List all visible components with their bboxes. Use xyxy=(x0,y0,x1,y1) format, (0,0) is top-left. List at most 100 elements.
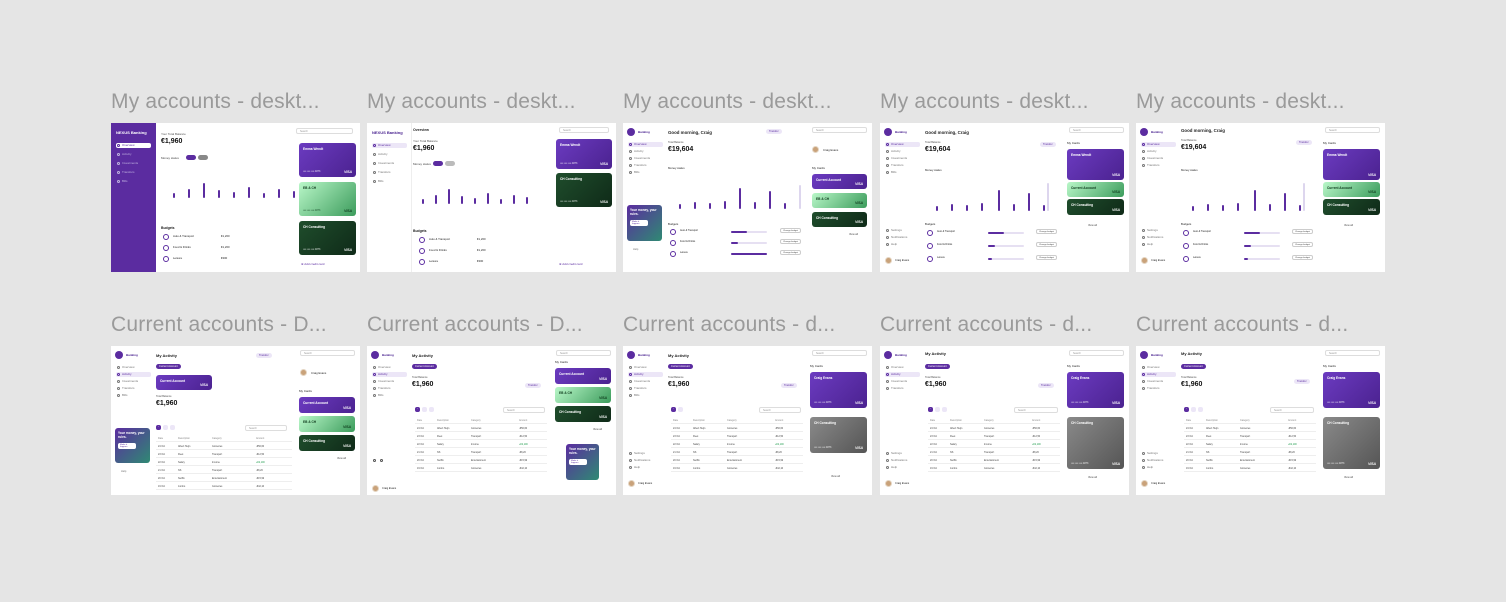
bank-card[interactable]: Current Account VISA xyxy=(1067,182,1124,197)
avatar[interactable] xyxy=(372,485,379,492)
sidebar-item-transfers[interactable]: Transfers xyxy=(628,386,663,391)
filter-tab[interactable] xyxy=(163,425,168,430)
filter-tab[interactable]: • xyxy=(415,407,420,412)
add-credit-card-link[interactable]: ⊕ Add credit card xyxy=(301,262,324,266)
bank-card[interactable]: CH Consulting VISA xyxy=(1067,199,1124,215)
frame-current-accounts-2[interactable]: Banking Overview Activity Investments Tr… xyxy=(367,346,616,495)
search-input[interactable]: Search xyxy=(812,127,867,133)
avatar[interactable] xyxy=(1141,480,1148,487)
search-input[interactable]: Search xyxy=(1325,350,1380,356)
sidebar-item-overview[interactable]: Overview xyxy=(628,365,663,370)
view-all-link[interactable]: View all xyxy=(831,475,840,478)
frame-my-accounts-4[interactable]: Banking Overview Activity Investments Tr… xyxy=(880,123,1129,272)
change-budget-button[interactable]: Change budget xyxy=(1036,229,1057,234)
sidebar-item-activity[interactable]: Activity xyxy=(372,372,407,377)
change-budget-button[interactable]: Change budget xyxy=(780,250,801,255)
table-row[interactable]: 23 Oct Fleet Transport -€12,50 xyxy=(671,433,803,440)
search-input[interactable]: Search xyxy=(559,127,609,133)
search-input[interactable]: Search xyxy=(300,350,355,356)
sidebar-item-notifications[interactable]: Notifications xyxy=(885,235,920,240)
sidebar-item-help[interactable]: Help xyxy=(1141,465,1176,470)
bank-card[interactable]: Craig Evans •••• •••• •••• 4873 VISA xyxy=(1323,372,1380,408)
table-row[interactable]: 24 Oct Albert Heijn Groceries -€56,60 xyxy=(928,425,1060,432)
bank-card[interactable]: Current Account VISA xyxy=(555,368,611,384)
bank-card[interactable]: CH Consulting •••• •••• •••• 4873 VISA xyxy=(1323,417,1380,469)
help-link[interactable]: Help xyxy=(633,248,638,251)
table-row[interactable]: 19 Oct Jumbo Groceries -€42,10 xyxy=(928,465,1060,472)
transactions-search[interactable]: Search xyxy=(759,407,801,413)
bank-card[interactable]: Craig Evans •••• •••• •••• 4873 VISA xyxy=(810,372,867,408)
transactions-search[interactable]: Search xyxy=(503,407,545,413)
sidebar-item-bills[interactable]: Bills xyxy=(628,393,663,398)
help-link[interactable]: Help xyxy=(121,470,126,473)
view-all-link[interactable]: View all xyxy=(849,233,858,236)
change-budget-button[interactable]: Change budget xyxy=(780,228,801,233)
table-row[interactable]: 24 Oct Albert Heijn Groceries -€56,60 xyxy=(671,425,803,432)
sidebar-item-transfers[interactable]: Transfers xyxy=(1141,386,1176,391)
filter-tab[interactable]: • xyxy=(928,407,933,412)
table-row[interactable]: 21 Oct NS Transport -€8,20 xyxy=(415,449,547,456)
sidebar-item-notifications[interactable]: Notifications xyxy=(1141,458,1176,463)
table-row[interactable]: 22 Oct Salary Income +€2,100 xyxy=(156,459,292,466)
filter-tab[interactable]: • xyxy=(1184,407,1189,412)
sidebar-item-help[interactable]: Help xyxy=(885,465,920,470)
sidebar-item-bills[interactable]: Bills xyxy=(885,170,920,175)
table-row[interactable]: 21 Oct NS Transport -€8,20 xyxy=(156,467,292,474)
sidebar-item-transfers[interactable]: Transfers xyxy=(116,386,151,391)
frame-my-accounts-5[interactable]: Banking Overview Activity Investments Tr… xyxy=(1136,123,1385,272)
table-row[interactable]: 19 Oct Jumbo Groceries -€42,10 xyxy=(671,465,803,472)
frame-current-accounts-5[interactable]: Banking Overview Activity Investments Tr… xyxy=(1136,346,1385,495)
transfer-button[interactable]: Transfer xyxy=(1038,383,1054,388)
settings-icon[interactable] xyxy=(380,459,383,462)
sidebar-item-overview[interactable]: Overview xyxy=(116,365,151,370)
table-row[interactable]: 20 Oct Netflix Entertainment -€15,99 xyxy=(928,457,1060,464)
bank-card[interactable]: EB & CH VISA xyxy=(812,193,867,208)
frame-current-accounts-3[interactable]: Banking Overview Activity Investments Tr… xyxy=(623,346,872,495)
toggle-pill[interactable] xyxy=(198,155,208,160)
table-row[interactable]: 21 Oct NS Transport -€8,20 xyxy=(671,449,803,456)
search-input[interactable]: Search xyxy=(556,350,611,356)
table-row[interactable]: 19 Oct Jumbo Groceries -€42,10 xyxy=(156,483,292,490)
view-all-link[interactable]: View all xyxy=(593,428,602,431)
sidebar-item-bills[interactable]: Bills xyxy=(116,393,151,398)
view-all-link[interactable]: View all xyxy=(1088,476,1097,479)
table-row[interactable]: 24 Oct Albert Heijn Groceries -€56,60 xyxy=(1184,425,1316,432)
transfer-button[interactable]: Transfer xyxy=(256,353,272,358)
table-row[interactable]: 24 Oct Albert Heijn Groceries -€56,60 xyxy=(415,425,547,432)
sidebar-item-help[interactable]: Help xyxy=(885,242,920,247)
search-input[interactable]: Search xyxy=(1069,127,1124,133)
transfer-button[interactable]: Transfer xyxy=(525,383,541,388)
bank-card[interactable]: CH Consulting VISA xyxy=(299,435,355,451)
sidebar-item-investments[interactable]: Investments xyxy=(885,379,920,384)
sidebar-item-activity[interactable]: Activity xyxy=(885,372,920,377)
sidebar-item-bills[interactable]: Bills xyxy=(628,170,663,175)
avatar[interactable] xyxy=(300,369,307,376)
sidebar-item-investments[interactable]: Investments xyxy=(116,379,151,384)
sidebar-item-help[interactable]: Help xyxy=(1141,242,1176,247)
toggle-pill[interactable] xyxy=(186,155,196,160)
sidebar-item-settings[interactable]: Settings xyxy=(1141,228,1176,233)
view-all-link[interactable]: View all xyxy=(337,457,346,460)
sidebar-item-transfers[interactable]: Transfers xyxy=(372,170,407,175)
filter-tab[interactable] xyxy=(678,407,683,412)
sidebar-item-investments[interactable]: Investments xyxy=(628,156,663,161)
search-input[interactable]: Search xyxy=(1069,350,1124,356)
sidebar-item-overview[interactable]: Overview xyxy=(628,142,663,147)
sidebar-item-transfers[interactable]: Transfers xyxy=(628,163,663,168)
sidebar-item-activity[interactable]: Activity xyxy=(372,152,407,157)
bank-card[interactable]: CH Consulting VISA xyxy=(812,212,867,227)
filter-tab[interactable] xyxy=(1198,407,1203,412)
help-icon[interactable] xyxy=(373,459,376,462)
table-row[interactable]: 23 Oct Fleet Transport -€12,50 xyxy=(415,433,547,440)
transfer-button[interactable]: Transfer xyxy=(1040,142,1056,147)
sidebar-item-activity[interactable]: Activity xyxy=(628,149,663,154)
account-select[interactable]: Current Account xyxy=(156,364,181,369)
filter-tab[interactable] xyxy=(429,407,434,412)
avatar[interactable] xyxy=(885,480,892,487)
sidebar-item-investments[interactable]: Investments xyxy=(116,161,151,166)
sidebar-item-overview[interactable]: Overview xyxy=(372,365,407,370)
bank-card[interactable]: CH Consulting VISA xyxy=(1323,199,1380,215)
avatar[interactable] xyxy=(885,257,892,264)
view-all-link[interactable]: View all xyxy=(1344,476,1353,479)
sidebar-item-settings[interactable]: Settings xyxy=(628,451,663,456)
